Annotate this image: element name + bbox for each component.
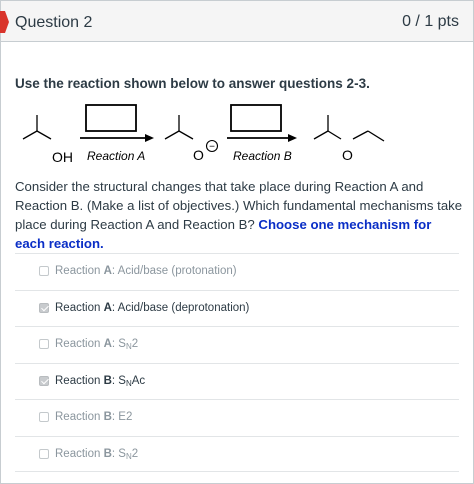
answer-option[interactable]: Reaction B: E2 (15, 399, 459, 436)
answer-checkbox[interactable] (39, 412, 49, 422)
flag-marker-icon (0, 11, 9, 33)
reaction-letter: B (103, 374, 112, 387)
answer-prefix: Reaction A: (55, 265, 118, 277)
answer-checkbox[interactable] (39, 302, 49, 313)
answer-tail: Ac (131, 374, 146, 387)
question-card: Question 2 0 / 1 pts Use the reaction sh… (0, 0, 474, 484)
question-title: Question 2 (15, 14, 93, 31)
answer-label: Reaction B: SN2 (55, 448, 138, 461)
answer-main: S (118, 447, 126, 460)
answer-label: Reaction A: Acid/base (protonation) (55, 265, 237, 277)
reaction-a-label: Reaction A (87, 149, 145, 163)
answer-prefix: Reaction B: (55, 411, 119, 423)
answer-option[interactable]: Reaction B: SNAc (15, 362, 459, 400)
reaction-letter: B (103, 411, 112, 423)
answer-checkbox[interactable] (39, 266, 49, 276)
negative-charge-sign: − (209, 142, 215, 153)
answer-option[interactable]: Reaction A: Acid/base (deprotonation) (15, 289, 459, 327)
answer-label: Reaction B: SNAc (55, 375, 145, 388)
answer-option[interactable]: Reaction B: SN2 (15, 435, 459, 472)
answer-prefix: Reaction A: (55, 301, 118, 314)
question-header: Question 2 0 / 1 pts (0, 1, 473, 42)
reaction-scheme: OH Reaction A O − Reaction B O (22, 104, 385, 165)
answer-checkbox[interactable] (39, 448, 49, 459)
answer-checkbox[interactable] (39, 339, 49, 349)
answer-main: S (118, 374, 126, 387)
answer-prefix: Reaction A: (55, 338, 119, 350)
answer-prefix: Reaction B: (55, 374, 119, 387)
reaction-letter: B (103, 447, 112, 460)
ether-o-label: O (342, 147, 353, 163)
question-body: Consider the structural changes that tak… (15, 177, 463, 253)
answer-label: Reaction A: SN2 (55, 338, 138, 351)
reaction-b-label: Reaction B (233, 149, 292, 163)
answer-tail: 2 (131, 447, 139, 460)
answer-label: Reaction B: E2 (55, 411, 132, 423)
answer-main: S (118, 338, 126, 350)
question-points: 0 / 1 pts (402, 13, 459, 30)
answer-checkbox[interactable] (39, 375, 49, 386)
answer-option[interactable]: Reaction A: Acid/base (protonation) (15, 253, 459, 290)
answer-prefix: Reaction B: (55, 447, 119, 460)
reaction-b-arrow (227, 134, 297, 142)
answer-option[interactable]: Reaction A: SN2 (15, 326, 459, 363)
reaction-letter: A (103, 265, 112, 277)
answer-label: Reaction A: Acid/base (deprotonation) (55, 302, 249, 314)
question-prompt: Use the reaction shown below to answer q… (15, 76, 370, 91)
reaction-b-reagent-box (230, 104, 282, 132)
answer-main: Acid/base (deprotonation) (117, 301, 250, 314)
reaction-letter: A (103, 301, 112, 314)
answer-list: Reaction A: Acid/base (protonation) React… (15, 253, 459, 472)
oh-label: OH (52, 149, 73, 165)
answer-tail: 2 (131, 338, 139, 350)
isopropanol-structure (22, 115, 52, 140)
answer-main: E2 (118, 411, 133, 423)
reaction-a-reagent-box (85, 104, 137, 132)
isopropoxide-structure (164, 115, 194, 140)
reaction-letter: A (103, 338, 112, 350)
isopropyl-ethyl-ether-structure (313, 115, 385, 142)
answer-main: Acid/base (protonation) (117, 265, 237, 277)
oxide-o-label: O (193, 147, 204, 163)
reaction-a-arrow (80, 134, 154, 142)
